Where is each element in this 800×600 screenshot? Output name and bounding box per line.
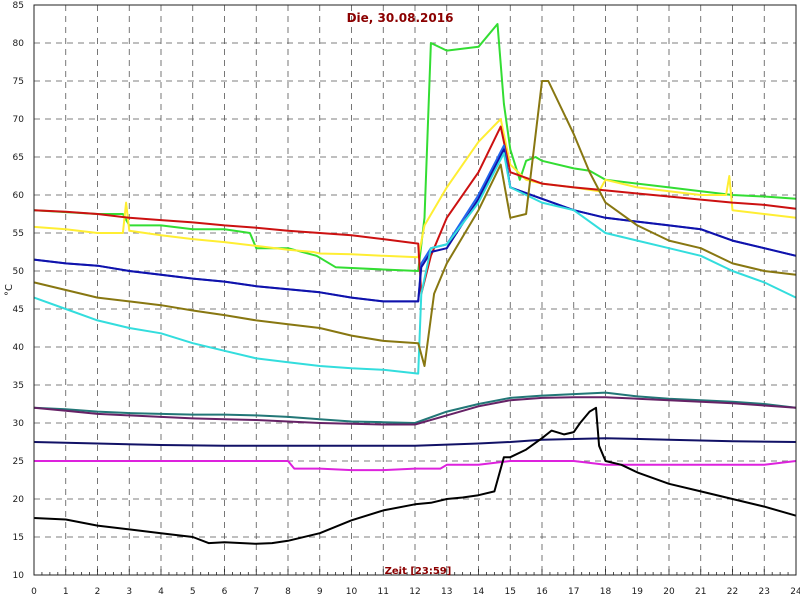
chart-title: Die, 30.08.2016: [347, 11, 454, 25]
y-tick-label: 50: [13, 267, 25, 277]
x-tick-label: 1: [63, 587, 69, 597]
temperature-chart: 0 1 2 3 4 5 6 7 8 9 10 11 12 13 14 15 16 17 18 19 20 21 22 23 24…: [0, 0, 800, 600]
x-tick-label: 24: [790, 587, 800, 597]
x-tick-label: 19: [632, 587, 644, 597]
x-tick-label: 9: [317, 587, 323, 597]
y-tick-label: 60: [13, 191, 25, 201]
y-tick-label: 65: [13, 153, 24, 163]
x-tick-label: 13: [441, 587, 452, 597]
y-tick-label: 85: [13, 1, 24, 11]
x-tick-label: 23: [759, 587, 770, 597]
x-tick-label: 11: [378, 587, 389, 597]
y-tick-label: 15: [13, 533, 24, 543]
y-tick-label: 75: [13, 77, 24, 87]
y-tick-label: 70: [13, 115, 25, 125]
y-tick-label: 20: [13, 495, 25, 505]
x-tick-label: 21: [695, 587, 706, 597]
x-tick-label: 6: [222, 587, 228, 597]
y-tick-label: 45: [13, 305, 24, 315]
x-tick-label: 14: [473, 587, 485, 597]
x-tick-label: 3: [126, 587, 132, 597]
x-tick-label: 5: [190, 587, 196, 597]
x-tick-label: 12: [409, 587, 420, 597]
x-tick-label: 10: [346, 587, 358, 597]
y-tick-label: 55: [13, 229, 24, 239]
y-axis-label: °C: [4, 284, 15, 296]
y-tick-label: 80: [13, 39, 25, 49]
x-tick-label: 16: [536, 587, 548, 597]
x-tick-label: 15: [505, 587, 516, 597]
x-tick-label: 20: [663, 587, 675, 597]
x-tick-label: 22: [727, 587, 738, 597]
y-tick-label: 30: [13, 419, 25, 429]
x-tick-label: 4: [158, 587, 164, 597]
x-tick-label: 2: [95, 587, 101, 597]
x-axis-label: Zeit [23:59]: [385, 566, 452, 577]
y-tick-label: 35: [13, 381, 24, 391]
x-tick-label: 8: [285, 587, 291, 597]
x-tick-label: 0: [31, 587, 37, 597]
y-tick-label: 10: [13, 571, 25, 581]
x-tick-label: 7: [253, 587, 259, 597]
x-tick-label: 17: [568, 587, 579, 597]
y-tick-label: 25: [13, 457, 24, 467]
y-tick-label: 40: [13, 343, 25, 353]
x-tick-label: 18: [600, 587, 612, 597]
